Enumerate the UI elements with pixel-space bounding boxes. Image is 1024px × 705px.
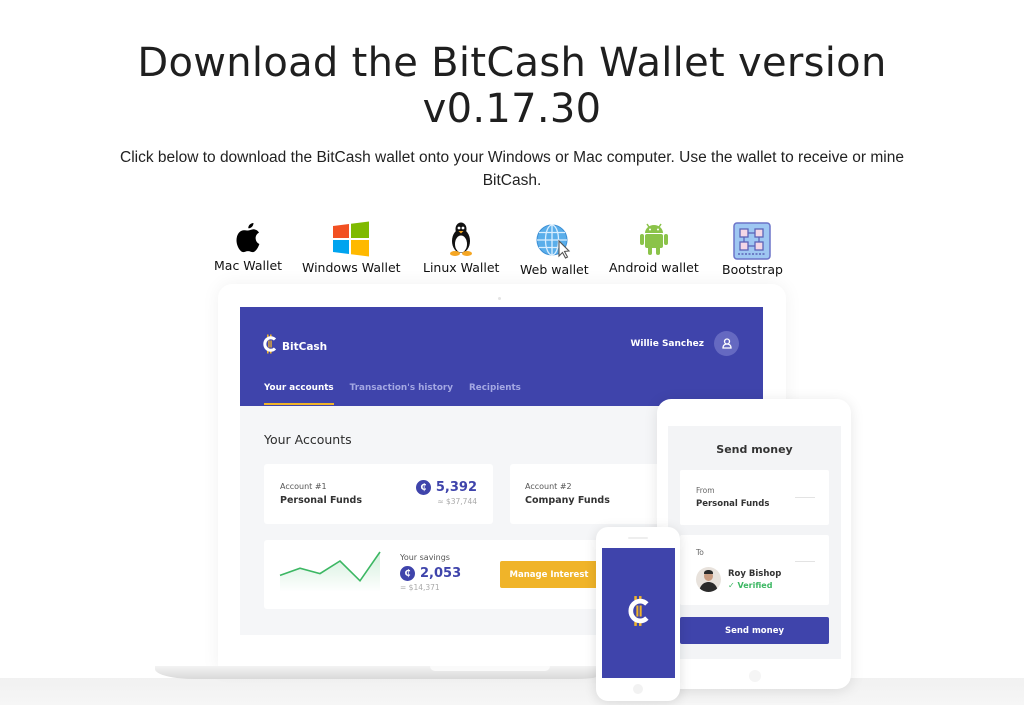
recipient-name: Roy Bishop: [728, 569, 782, 579]
app-header: BitCash Willie Sanchez Your accounts Tra…: [240, 307, 763, 406]
download-android-wallet[interactable]: Android wallet: [609, 220, 699, 275]
user-menu[interactable]: Willie Sanchez: [630, 331, 739, 356]
to-label: To: [696, 548, 704, 557]
download-label: Windows Wallet: [302, 260, 401, 275]
page-description: Click below to download the BitCash wall…: [40, 146, 984, 192]
globe-cursor-icon: [534, 222, 574, 260]
brand-name: BitCash: [282, 340, 328, 353]
savings-sparkline: [279, 551, 381, 592]
account-name: Company Funds: [525, 495, 610, 506]
savings-label: Your savings: [400, 553, 450, 562]
send-money-title: Send money: [716, 443, 793, 456]
account-balance: 5,392: [435, 480, 477, 495]
page-description-line1: Click below to download the BitCash wall…: [120, 149, 904, 166]
coin-icon: ₵: [400, 566, 415, 581]
brand[interactable]: BitCash: [263, 334, 327, 359]
user-name: Willie Sanchez: [630, 338, 704, 349]
download-label: Android wallet: [609, 260, 699, 275]
download-linux-wallet[interactable]: Linux Wallet: [423, 220, 499, 275]
tablet-home-button: [749, 670, 761, 682]
windows-icon: [331, 220, 371, 258]
phone-screen: [602, 548, 675, 678]
page-description-line2: BitCash.: [482, 172, 542, 189]
page-title-line1: Download the BitCash Wallet version: [137, 40, 887, 86]
account-number: Account #1: [280, 482, 327, 491]
savings-balance: 2,053: [420, 566, 462, 581]
phone-home-button: [633, 684, 643, 694]
bitcash-logo-icon: [627, 594, 650, 633]
from-label: From: [696, 486, 715, 495]
user-avatar[interactable]: [714, 331, 739, 356]
manage-interest-button[interactable]: Manage Interest: [500, 561, 598, 588]
send-money-button[interactable]: Send money: [680, 617, 829, 644]
floor-shadow: [0, 678, 1024, 705]
account-fiat-value: ≈ $37,744: [437, 497, 477, 506]
laptop-notch: [430, 666, 550, 671]
recipient-select[interactable]: To Roy Bishop ✓ Verified: [680, 535, 829, 605]
download-bootstrap[interactable]: Bootstrap: [722, 222, 783, 277]
sparkline-area: [280, 552, 380, 592]
download-label: Mac Wallet: [214, 258, 283, 273]
linux-penguin-icon: [441, 220, 481, 258]
bootstrap-blocks-icon: [732, 222, 772, 260]
download-windows-wallet[interactable]: Windows Wallet: [302, 220, 401, 275]
download-label: Bootstrap: [722, 262, 783, 277]
phone-speaker: [628, 537, 648, 539]
tablet-screen: Send money From Personal Funds To Roy Bi…: [668, 426, 841, 659]
recipient-avatar: [696, 567, 721, 592]
section-title: Your Accounts: [264, 432, 352, 447]
download-label: Linux Wallet: [423, 260, 500, 275]
user-icon: [721, 338, 732, 349]
android-icon: [634, 220, 674, 258]
account-card-1[interactable]: Account #1 Personal Funds ₵ 5,392 ≈ $37,…: [264, 464, 493, 524]
download-options: Mac Wallet Windows Wallet Linux Wallet W…: [0, 218, 1024, 280]
download-web-wallet[interactable]: Web wallet: [520, 222, 589, 277]
bitcash-logo-icon: [263, 334, 277, 359]
account-number: Account #2: [525, 482, 572, 491]
app-tabs: Your accounts Transaction's history Reci…: [264, 383, 521, 405]
account-name: Personal Funds: [280, 495, 363, 506]
apple-icon: [228, 218, 268, 256]
dropdown-indicator: [795, 561, 815, 562]
tab-recipients[interactable]: Recipients: [469, 383, 521, 405]
laptop-camera: [498, 297, 501, 300]
from-value: Personal Funds: [696, 499, 770, 509]
verified-badge: ✓ Verified: [728, 581, 773, 590]
page-title-version: v0.17.30: [422, 86, 602, 132]
from-account-select[interactable]: From Personal Funds: [680, 470, 829, 525]
download-label: Web wallet: [520, 262, 589, 277]
download-mac-wallet[interactable]: Mac Wallet: [214, 218, 282, 273]
tab-your-accounts[interactable]: Your accounts: [264, 383, 334, 405]
savings-fiat-value: = $14,371: [400, 583, 440, 592]
coin-icon: ₵: [415, 480, 431, 495]
dropdown-indicator: [795, 497, 815, 498]
page-title: Download the BitCash Wallet version v0.1…: [0, 40, 1024, 132]
tab-transaction-history[interactable]: Transaction's history: [350, 383, 453, 405]
